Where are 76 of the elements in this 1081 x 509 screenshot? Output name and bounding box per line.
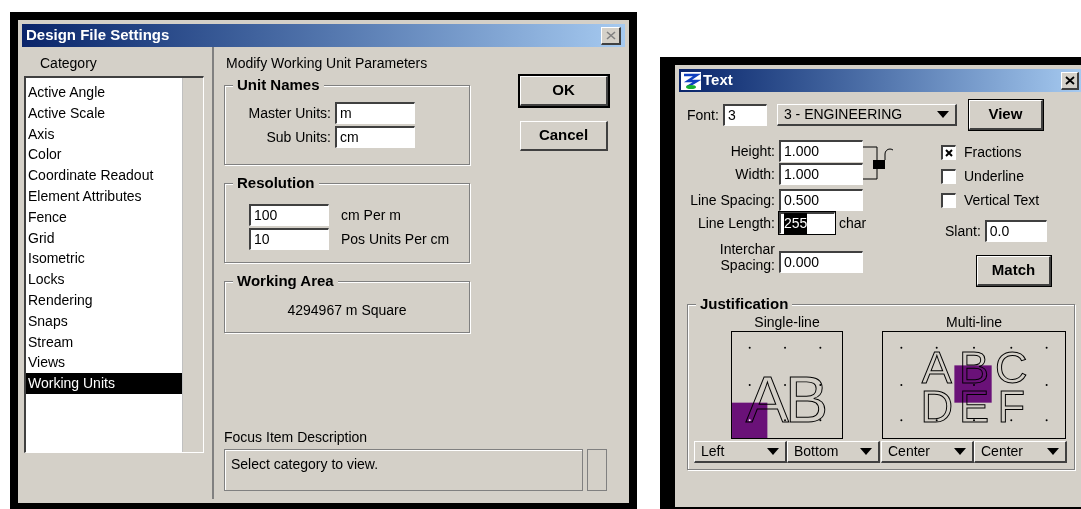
category-item[interactable]: Axis (26, 123, 182, 145)
close-icon (605, 30, 616, 40)
dialog-button[interactable]: OK (520, 76, 608, 106)
working-area-value: 4294967 m Square (287, 300, 407, 320)
description-box: Select category to view. (224, 449, 583, 491)
view-button[interactable]: View (968, 100, 1043, 130)
section-label: Multi-line (946, 313, 1002, 331)
section-label: Single-line (754, 313, 820, 331)
input-field[interactable]: 1.000 (779, 163, 863, 185)
caret-icon (936, 111, 949, 118)
field-label: Master Units: (247, 103, 332, 123)
dropdown[interactable]: 3 - ENGINEERING (776, 104, 957, 126)
window-title: Text (703, 70, 733, 91)
dialog-button[interactable]: Cancel (520, 121, 608, 151)
close-icon (1064, 75, 1075, 85)
caret-icon (1047, 448, 1059, 455)
focus-description-label: Focus Item Description (224, 428, 369, 447)
category-item[interactable]: Stream (26, 331, 182, 353)
input-field[interactable]: 10 (249, 228, 329, 250)
input-field[interactable]: 100 (249, 204, 329, 226)
dropdown[interactable]: Center (881, 441, 974, 463)
dropdown[interactable]: Center (974, 441, 1067, 463)
dropdown[interactable]: Left (694, 441, 787, 463)
category-item[interactable]: Locks (26, 269, 182, 290)
checkbox-label: Underline (964, 166, 1024, 186)
category-item[interactable]: Element Attributes (26, 186, 182, 207)
checkbox-label: Fractions (964, 142, 1022, 162)
input-field[interactable]: 0.000 (779, 251, 863, 273)
section-heading: Modify Working Unit Parameters (226, 54, 429, 73)
single-line-preview-drawing: AB (731, 331, 843, 439)
close-button[interactable] (601, 26, 621, 45)
category-item[interactable]: Rendering (26, 289, 182, 311)
category-item[interactable]: Snaps (26, 310, 182, 332)
category-item[interactable]: Active Scale (26, 102, 182, 124)
field-label: Height: (729, 141, 776, 161)
category-item[interactable]: Coordinate Readout (26, 165, 182, 186)
check-mark-icon (945, 148, 953, 157)
input-field[interactable]: 1.000 (779, 140, 863, 162)
field-label: Slant: (945, 221, 982, 241)
category-item[interactable]: Active Angle (26, 82, 182, 103)
checkbox[interactable] (941, 168, 956, 184)
input-field[interactable]: cm (335, 126, 415, 148)
checkbox[interactable] (941, 192, 956, 208)
window-title: Design File Settings (26, 25, 170, 46)
caret-icon (767, 448, 779, 455)
field-label: Width: (734, 164, 776, 184)
checkbox-label: Vertical Text (964, 190, 1040, 210)
caret-icon (954, 448, 966, 455)
category-item[interactable]: Fence (26, 206, 182, 228)
app-logo-icon (681, 71, 701, 90)
group-title: Working Area (233, 272, 338, 290)
input-field[interactable]: 255 (779, 212, 835, 234)
input-field[interactable]: 0.500 (779, 189, 863, 211)
checkbox[interactable] (941, 144, 956, 160)
category-item[interactable]: Color (26, 144, 182, 166)
unit-label: Pos Units Per cm (341, 229, 450, 249)
scrollbar-track (587, 449, 607, 491)
field-label: Interchar Spacing: (718, 241, 776, 273)
close-button[interactable] (1061, 71, 1079, 90)
category-item[interactable]: Working Units (26, 373, 182, 394)
category-item[interactable]: Isometric (26, 248, 182, 270)
caret-icon (860, 448, 872, 455)
field-label: Font: (687, 105, 720, 125)
field-label: Line Length: (696, 213, 776, 233)
field-label: Line Spacing: (689, 190, 776, 210)
input-field[interactable]: 0.0 (984, 220, 1047, 242)
category-label: Category (40, 54, 98, 73)
match-button[interactable]: Match (977, 256, 1051, 286)
unit-label: char (839, 213, 867, 233)
unit-label: cm Per m (341, 205, 401, 225)
field-label: Sub Units: (265, 127, 332, 147)
input-field[interactable]: m (335, 102, 415, 124)
category-item[interactable]: Views (26, 352, 182, 374)
dropdown[interactable]: Bottom (787, 441, 880, 463)
category-item[interactable]: Grid (26, 227, 182, 249)
input-field[interactable]: 3 (722, 104, 767, 126)
